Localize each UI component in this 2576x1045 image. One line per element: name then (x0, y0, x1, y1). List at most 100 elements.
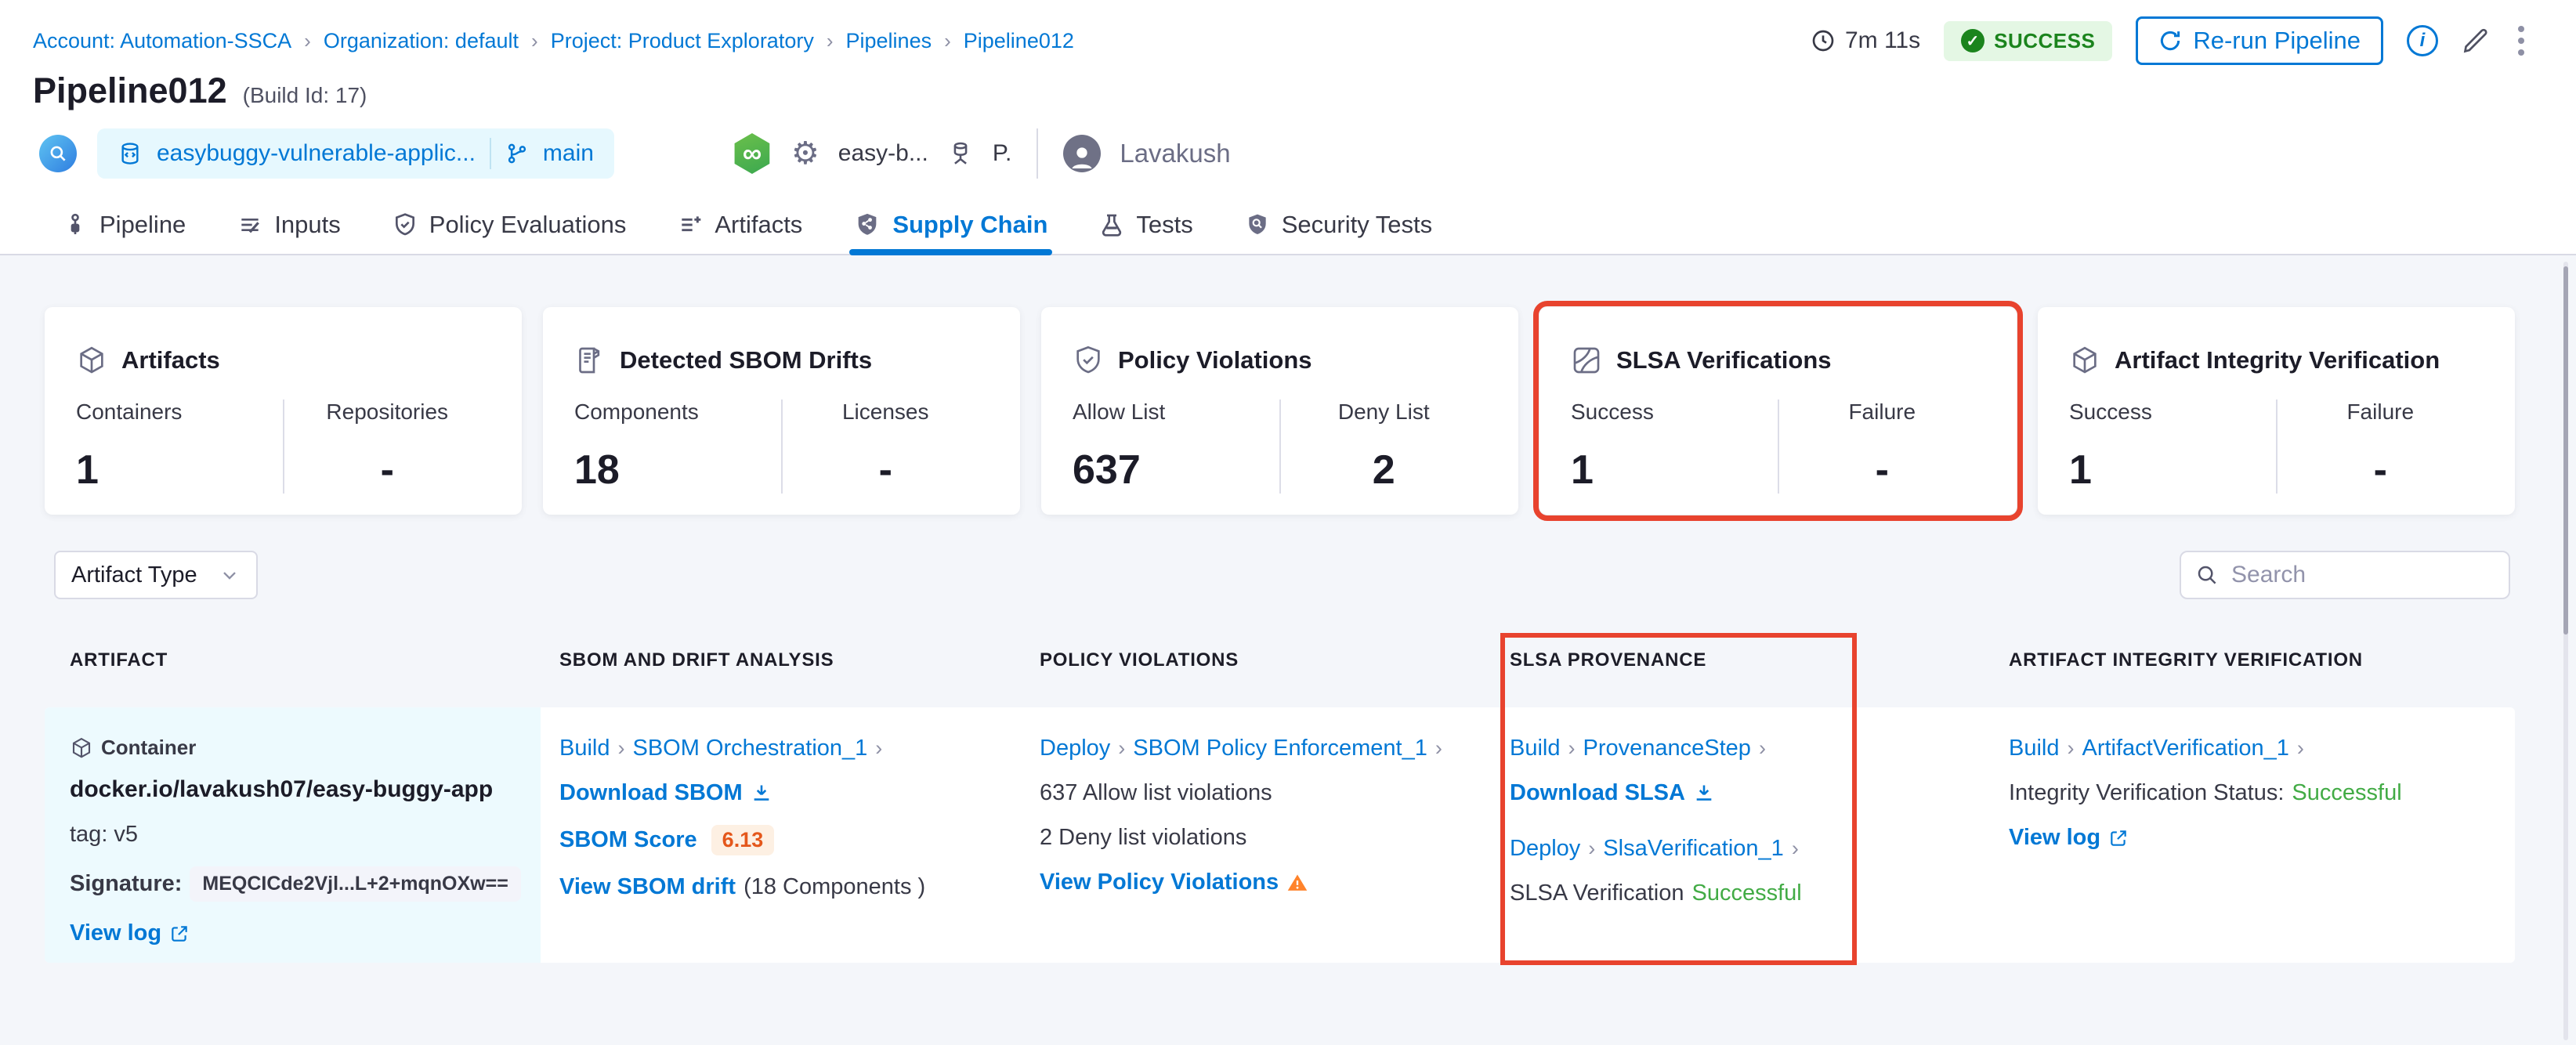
breadcrumb-separator: › (944, 28, 951, 52)
infrastructure-icon (947, 140, 974, 167)
chevron-down-icon (219, 564, 241, 586)
check-icon: ✓ (1961, 29, 1985, 52)
slsa-provenance-stage-link[interactable]: Build (1510, 736, 1561, 761)
col-header-artifact: ARTIFACT (70, 649, 168, 671)
external-link-icon (2108, 828, 2129, 848)
tab-label: Policy Evaluations (429, 211, 627, 238)
build-id: (Build Id: 17) (242, 83, 367, 107)
breadcrumb-pipeline012[interactable]: Pipeline012 (964, 29, 1074, 53)
card-artifact-integrity: Artifact Integrity Verification Success … (2038, 307, 2515, 515)
download-slsa-link[interactable]: Download SLSA (1510, 780, 1685, 806)
tab-pipeline[interactable]: Pipeline (63, 196, 186, 254)
sbom-score-badge: 6.13 (711, 825, 775, 855)
breadcrumb-pipelines[interactable]: Pipelines (846, 29, 932, 53)
tab-label: Artifacts (715, 211, 803, 238)
pipeline-short-label: P. (992, 140, 1012, 166)
stat-label: Success (1571, 400, 1654, 424)
stat-label: Licenses (841, 400, 929, 424)
rerun-label: Re-run Pipeline (2193, 27, 2361, 54)
download-sbom-link[interactable]: Download SBOM (559, 780, 743, 806)
clock-icon (1811, 28, 1836, 53)
slsa-verify-stage-link[interactable]: Deploy (1510, 836, 1580, 862)
stat-value: 18 (574, 447, 620, 493)
stat-label: Success (2069, 400, 2152, 424)
artifact-type-label: Container (101, 736, 197, 759)
branch-link[interactable]: main (543, 140, 594, 167)
flask-icon (1099, 212, 1124, 237)
policy-stage-link[interactable]: Deploy (1040, 736, 1110, 761)
repo-pill: easybuggy-vulnerable-applic... main (97, 128, 614, 179)
tab-security-tests[interactable]: Security Tests (1245, 196, 1432, 254)
artifact-tag: tag: v5 (70, 822, 139, 847)
stat-value: - (380, 447, 394, 493)
allow-list-violations: 637 Allow list violations (1040, 780, 1272, 805)
tab-label: Supply Chain (892, 211, 1048, 238)
scrollbar-thumb[interactable] (2563, 266, 2568, 635)
card-title: Detected SBOM Drifts (620, 346, 873, 374)
table-header: ARTIFACT SBOM AND DRIFT ANALYSIS POLICY … (45, 649, 2515, 671)
stat-value: - (1875, 447, 1889, 493)
breadcrumb-separator: › (531, 28, 538, 52)
artifact-type-select[interactable]: Artifact Type (54, 551, 258, 599)
slsa-verification-status: Successful (1691, 880, 1802, 906)
more-options-icon[interactable] (2513, 21, 2529, 60)
header-actions: 7m 11s ✓ SUCCESS Re-run Pipeline i (1811, 16, 2529, 65)
stat-value: 1 (2069, 447, 2092, 493)
shield-check-icon (1073, 345, 1104, 376)
signature-value[interactable]: MEQCICde2Vjl...L+2+mqnOXw== (190, 866, 521, 902)
edit-icon[interactable] (2462, 27, 2490, 55)
sbom-step-link[interactable]: SBOM Orchestration_1 (633, 736, 868, 761)
integrity-stage-link[interactable]: Build (2009, 736, 2060, 761)
stat-label: Repositories (326, 400, 449, 424)
tab-artifacts[interactable]: Artifacts (678, 196, 802, 254)
slsa-icon (1571, 345, 1602, 376)
shield-check-icon (393, 212, 418, 237)
integrity-step-link[interactable]: ArtifactVerification_1 (2082, 736, 2289, 761)
download-icon (1693, 783, 1715, 805)
stat-value: 1 (76, 447, 99, 493)
card-title: Artifacts (121, 346, 220, 374)
pill-divider (489, 138, 491, 169)
search-input[interactable] (2231, 562, 2534, 588)
sbom-stage-link[interactable]: Build (559, 736, 610, 761)
breadcrumb-project[interactable]: Project: Product Exploratory (551, 29, 814, 53)
sbom-document-icon (574, 345, 606, 376)
pipeline-icon (63, 212, 88, 237)
rerun-pipeline-button[interactable]: Re-run Pipeline (2136, 16, 2383, 65)
stat-label: Deny List (1337, 400, 1430, 424)
integrity-status-value: Successful (2292, 780, 2402, 805)
cube-icon (2069, 345, 2100, 376)
view-policy-violations-link[interactable]: View Policy Violations (1040, 870, 1279, 895)
tab-supply-chain[interactable]: Supply Chain (849, 196, 1053, 255)
tab-tests[interactable]: Tests (1099, 196, 1193, 254)
search-icon (2195, 563, 2219, 587)
tab-label: Inputs (274, 211, 341, 238)
policy-step-link[interactable]: SBOM Policy Enforcement_1 (1133, 736, 1427, 761)
avatar (1063, 135, 1102, 172)
tab-inputs[interactable]: Inputs (237, 196, 341, 254)
artifact-type-label: Artifact Type (71, 562, 197, 588)
stat-label: Allow List (1073, 400, 1166, 424)
breadcrumb-organization[interactable]: Organization: default (324, 29, 519, 53)
security-shield-icon (1245, 212, 1270, 237)
sbom-components-count: (18 Components ) (743, 874, 926, 899)
view-log-link[interactable]: View log (70, 920, 161, 946)
stat-value: 1 (1571, 447, 1594, 493)
breadcrumb-account[interactable]: Account: Automation-SSCA (33, 29, 291, 53)
gear-icon: ⚙ (791, 136, 819, 171)
slsa-provenance-step-link[interactable]: ProvenanceStep (1583, 736, 1751, 761)
supply-chain-shield-icon (854, 212, 881, 238)
slsa-verify-step-link[interactable]: SlsaVerification_1 (1603, 836, 1784, 862)
col-header-slsa: SLSA PROVENANCE (1510, 649, 1707, 671)
tab-label: Tests (1136, 211, 1193, 238)
view-sbom-drift-link[interactable]: View SBOM drift (559, 874, 736, 900)
view-log-link[interactable]: View log (2009, 825, 2100, 851)
info-icon[interactable]: i (2407, 25, 2438, 56)
repo-link[interactable]: easybuggy-vulnerable-applic... (157, 140, 476, 167)
tab-policy-evaluations[interactable]: Policy Evaluations (393, 196, 627, 254)
branch-icon (505, 142, 529, 165)
artifact-table-row: Container docker.io/lavakush07/easy-bugg… (45, 707, 2515, 963)
policy-cell: Deploy › SBOM Policy Enforcement_1 › 637… (1040, 736, 1442, 895)
user-name: Lavakush (1120, 139, 1231, 168)
sbom-score-label[interactable]: SBOM Score (559, 827, 697, 853)
